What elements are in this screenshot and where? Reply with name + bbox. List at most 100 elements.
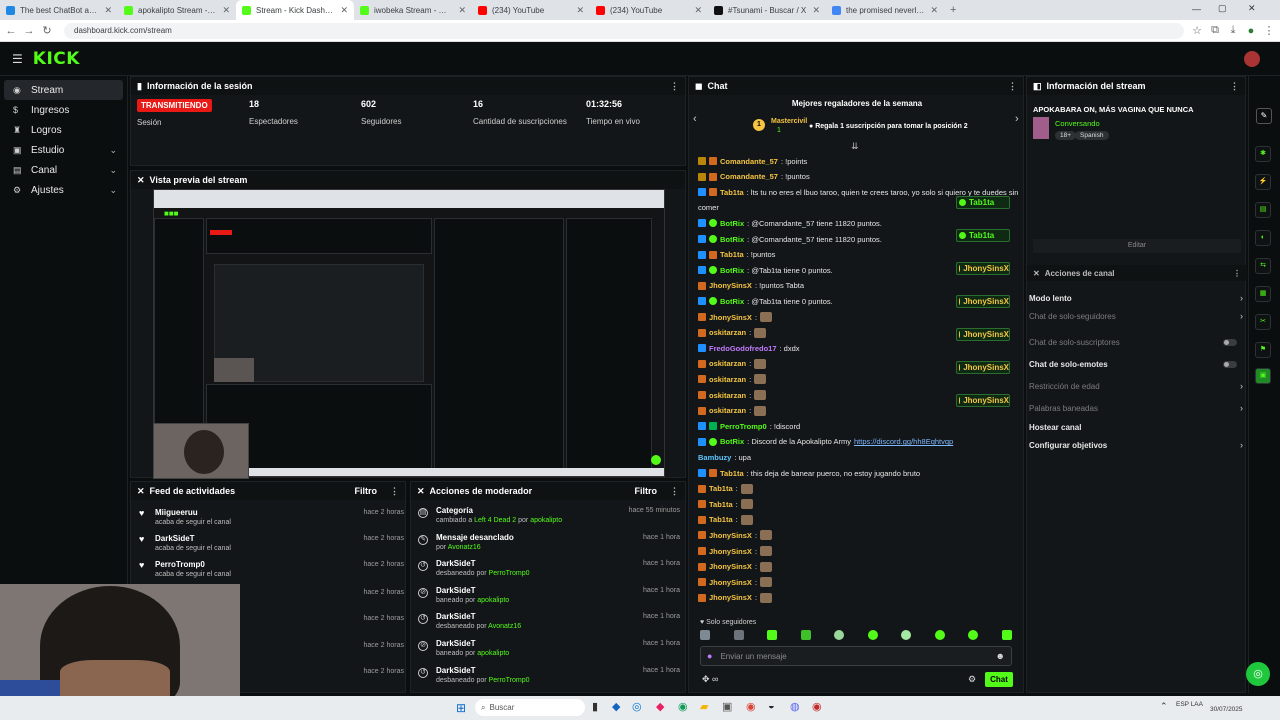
chat-username[interactable]: BotRix xyxy=(720,297,744,306)
emote-icon[interactable] xyxy=(733,630,744,640)
chat-link[interactable]: https://discord.gg/hh8Eqhtvqp xyxy=(854,437,953,446)
emote-icon[interactable] xyxy=(901,630,912,640)
date-label[interactable]: 30/07/2025 xyxy=(1210,706,1243,713)
chat-username[interactable]: JhonySinsX xyxy=(709,593,752,602)
chat-username[interactable]: FredoGodofredo17 xyxy=(709,344,777,353)
emote-icon[interactable] xyxy=(1001,630,1012,640)
chat-username[interactable]: JhonySinsX xyxy=(709,281,752,290)
app-icon[interactable]: ◎ xyxy=(632,700,642,713)
gift-pill[interactable]: JhonySinsX xyxy=(956,361,1010,374)
emote-icon[interactable] xyxy=(834,630,845,640)
chat-input[interactable]: ● Enviar un mensaje ☻ xyxy=(700,646,1012,666)
filter-button[interactable]: Filtro xyxy=(635,486,658,496)
detail-moderator[interactable]: PerroTromp0 xyxy=(489,677,530,684)
chat-stats-icon[interactable]: ✥ ∞ xyxy=(702,674,718,685)
profile-avatar[interactable]: ● xyxy=(1242,25,1260,37)
channel-action-option[interactable]: Chat de solo-suscriptores xyxy=(1029,334,1243,350)
user-avatar[interactable] xyxy=(1244,51,1260,67)
detail-moderator[interactable]: Avonatz16 xyxy=(448,544,481,551)
steam-icon[interactable]: ◒ xyxy=(768,700,775,712)
close-icon[interactable]: ✕ xyxy=(1033,269,1040,278)
close-icon[interactable]: ✕ xyxy=(222,5,230,16)
language-indicator[interactable]: ESP LAA xyxy=(1176,701,1204,708)
detail-moderator[interactable]: PerroTromp0 xyxy=(489,570,530,577)
minimize-button[interactable]: — xyxy=(1192,4,1201,14)
menu-dots-icon[interactable]: ⋮ xyxy=(1260,24,1278,37)
chat-username[interactable]: JhonySinsX xyxy=(709,562,752,571)
sidebar-item-ingresos[interactable]: $ Ingresos xyxy=(4,100,123,120)
chevron-left-icon[interactable]: ‹ xyxy=(693,113,697,125)
option-toggle[interactable] xyxy=(1223,360,1237,368)
chat-username[interactable]: Comandante_57 xyxy=(720,172,778,181)
url-field[interactable]: dashboard.kick.com/stream xyxy=(64,22,1184,39)
bookmark-star-icon[interactable]: ☆ xyxy=(1188,24,1206,37)
sidebar-item-ajustes[interactable]: ⚙ Ajustes ⌄ xyxy=(4,180,123,200)
dock-icon[interactable]: ⚡ xyxy=(1255,174,1271,190)
close-icon[interactable]: ✕ xyxy=(340,5,348,16)
browser-tab-4[interactable]: (234) YouTube ✕ xyxy=(472,0,590,20)
channel-action-option[interactable]: Hostear canal xyxy=(1029,419,1243,435)
gift-pill[interactable]: Tab1ta xyxy=(956,196,1010,209)
chat-username[interactable]: BotRix xyxy=(720,219,744,228)
chat-username[interactable]: oskitarzan xyxy=(709,375,746,384)
filter-button[interactable]: Filtro xyxy=(355,486,378,496)
chat-username[interactable]: PerroTromp0 xyxy=(720,422,767,431)
close-icon[interactable]: ✕ xyxy=(137,486,145,497)
taskview-icon[interactable]: ▮ xyxy=(592,700,598,713)
chat-username[interactable]: Tab1ta xyxy=(709,515,733,524)
chat-username[interactable]: Tab1ta xyxy=(720,469,744,478)
channel-action-option[interactable]: Configurar objetivos › xyxy=(1029,437,1243,453)
taskbar-search[interactable]: ⌕ Buscar xyxy=(475,699,585,716)
chat-bubble-fab[interactable]: ◎ xyxy=(1246,662,1270,686)
maximize-button[interactable]: ▢ xyxy=(1218,3,1227,14)
chat-username[interactable]: oskitarzan xyxy=(709,359,746,368)
detail-moderator[interactable]: Avonatz16 xyxy=(488,623,521,630)
gift-pill[interactable]: Tab1ta xyxy=(956,229,1010,242)
close-icon[interactable]: ✕ xyxy=(458,5,466,16)
emote-icon[interactable] xyxy=(700,630,710,640)
chat-username[interactable]: JhonySinsX xyxy=(709,313,752,322)
app-icon[interactable]: ◆ xyxy=(656,700,664,713)
sidebar-item-estudio[interactable]: ▣ Estudio ⌄ xyxy=(4,140,123,160)
new-tab-button[interactable]: + xyxy=(950,4,956,16)
dock-icon[interactable]: ▦ xyxy=(1255,286,1271,302)
channel-action-option[interactable]: Modo lento › xyxy=(1029,290,1243,306)
emote-icon[interactable] xyxy=(968,630,979,640)
more-options-icon[interactable]: ⋮ xyxy=(670,486,679,497)
more-options-icon[interactable]: ⋮ xyxy=(1233,269,1241,278)
chat-username[interactable]: JhonySinsX xyxy=(709,531,752,540)
dock-icon[interactable]: ⚑ xyxy=(1255,342,1271,358)
extensions-icon[interactable]: ⧉ xyxy=(1206,24,1224,37)
start-icon[interactable]: ⊞ xyxy=(456,701,466,715)
more-options-icon[interactable]: ⋮ xyxy=(670,81,679,92)
chat-username[interactable]: JhonySinsX xyxy=(709,547,752,556)
browser-tab-3[interactable]: iwobeka Stream - Watch Live✕ xyxy=(354,0,472,20)
emoji-icon[interactable]: ☻ xyxy=(996,651,1005,661)
chat-username[interactable]: Tab1ta xyxy=(709,500,733,509)
sidebar-item-canal[interactable]: ▤ Canal ⌄ xyxy=(4,160,123,180)
hamburger-icon[interactable]: ☰ xyxy=(12,52,23,66)
dock-icon[interactable]: ✱ xyxy=(1255,146,1271,162)
reload-icon[interactable]: ↻ xyxy=(38,24,56,37)
more-options-icon[interactable]: ⋮ xyxy=(1008,81,1017,92)
app-icon[interactable]: ◆ xyxy=(612,700,620,713)
discord-icon[interactable]: ◍ xyxy=(790,700,800,713)
chat-username[interactable]: BotRix xyxy=(720,235,744,244)
folder-icon[interactable]: ▰ xyxy=(700,700,708,713)
browser-tab-6[interactable]: #Tsunami - Buscar / X ✕ xyxy=(708,0,826,20)
close-icon[interactable]: ✕ xyxy=(812,5,820,16)
close-icon[interactable]: ✕ xyxy=(417,486,425,497)
channel-action-option[interactable]: Palabras baneadas › xyxy=(1029,400,1243,416)
sidebar-item-logros[interactable]: ♜ Logros xyxy=(4,120,123,140)
send-chat-button[interactable]: Chat xyxy=(985,672,1013,687)
gift-pill[interactable]: JhonySinsX xyxy=(956,262,1010,275)
chat-username[interactable]: Comandante_57 xyxy=(720,157,778,166)
gift-pill[interactable]: JhonySinsX xyxy=(956,295,1010,308)
browser-tab-2[interactable]: Stream - Kick Dashboard✕ xyxy=(236,0,354,20)
chat-username[interactable]: oskitarzan xyxy=(709,328,746,337)
chat-username[interactable]: JhonySinsX xyxy=(709,578,752,587)
close-window-button[interactable]: ✕ xyxy=(1248,3,1256,14)
user-color-icon[interactable]: ● xyxy=(707,651,712,661)
edit-button[interactable]: Editar xyxy=(1033,239,1241,253)
browser-tab-5[interactable]: (234) YouTube ✕ xyxy=(590,0,708,20)
